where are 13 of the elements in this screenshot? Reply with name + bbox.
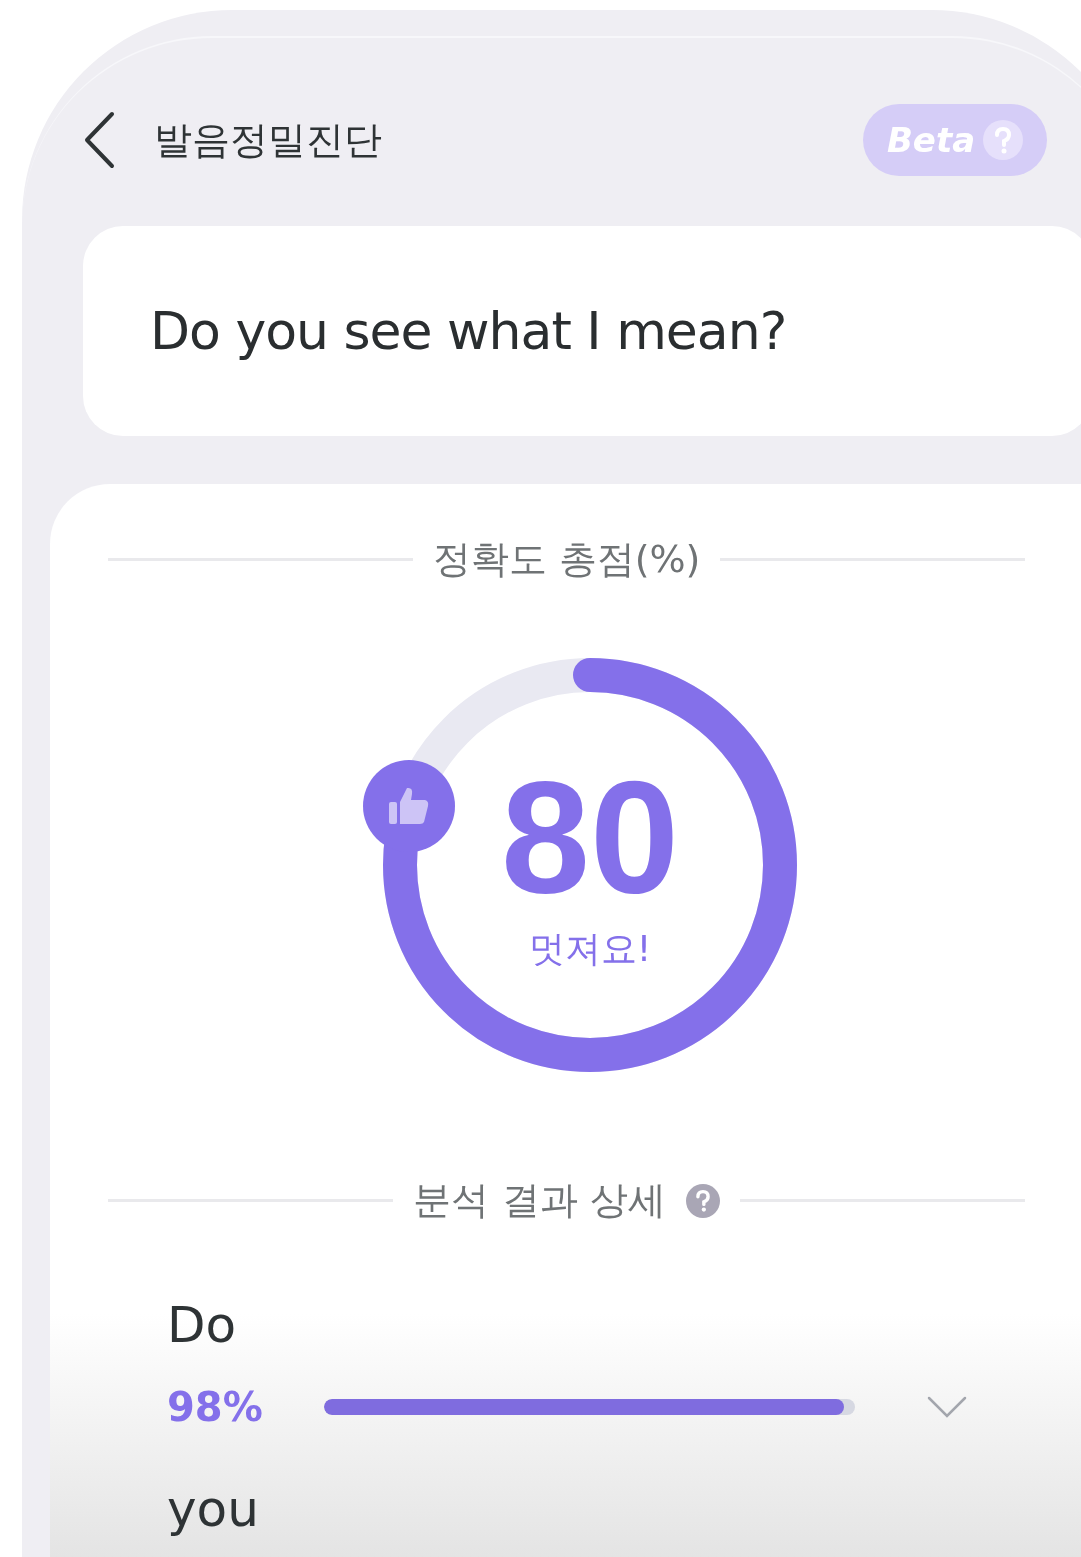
word-score: 98% [167, 1384, 264, 1430]
section-heading: 분석 결과 상세 [413, 1177, 666, 1224]
sentence-text: Do you see what I mean? [150, 301, 787, 361]
score-comment: 멋져요! [528, 926, 652, 971]
section-heading: 정확도 총점(%) [432, 536, 701, 583]
word-label: Do [167, 1296, 238, 1354]
score-value: 80 [501, 756, 679, 917]
help-icon [983, 120, 1024, 160]
help-icon[interactable] [685, 1183, 720, 1218]
expand-button[interactable] [927, 1395, 967, 1419]
back-button[interactable] [82, 111, 116, 169]
page-title: 발음정밀진단 [154, 116, 383, 164]
word-label: you [167, 1480, 260, 1538]
